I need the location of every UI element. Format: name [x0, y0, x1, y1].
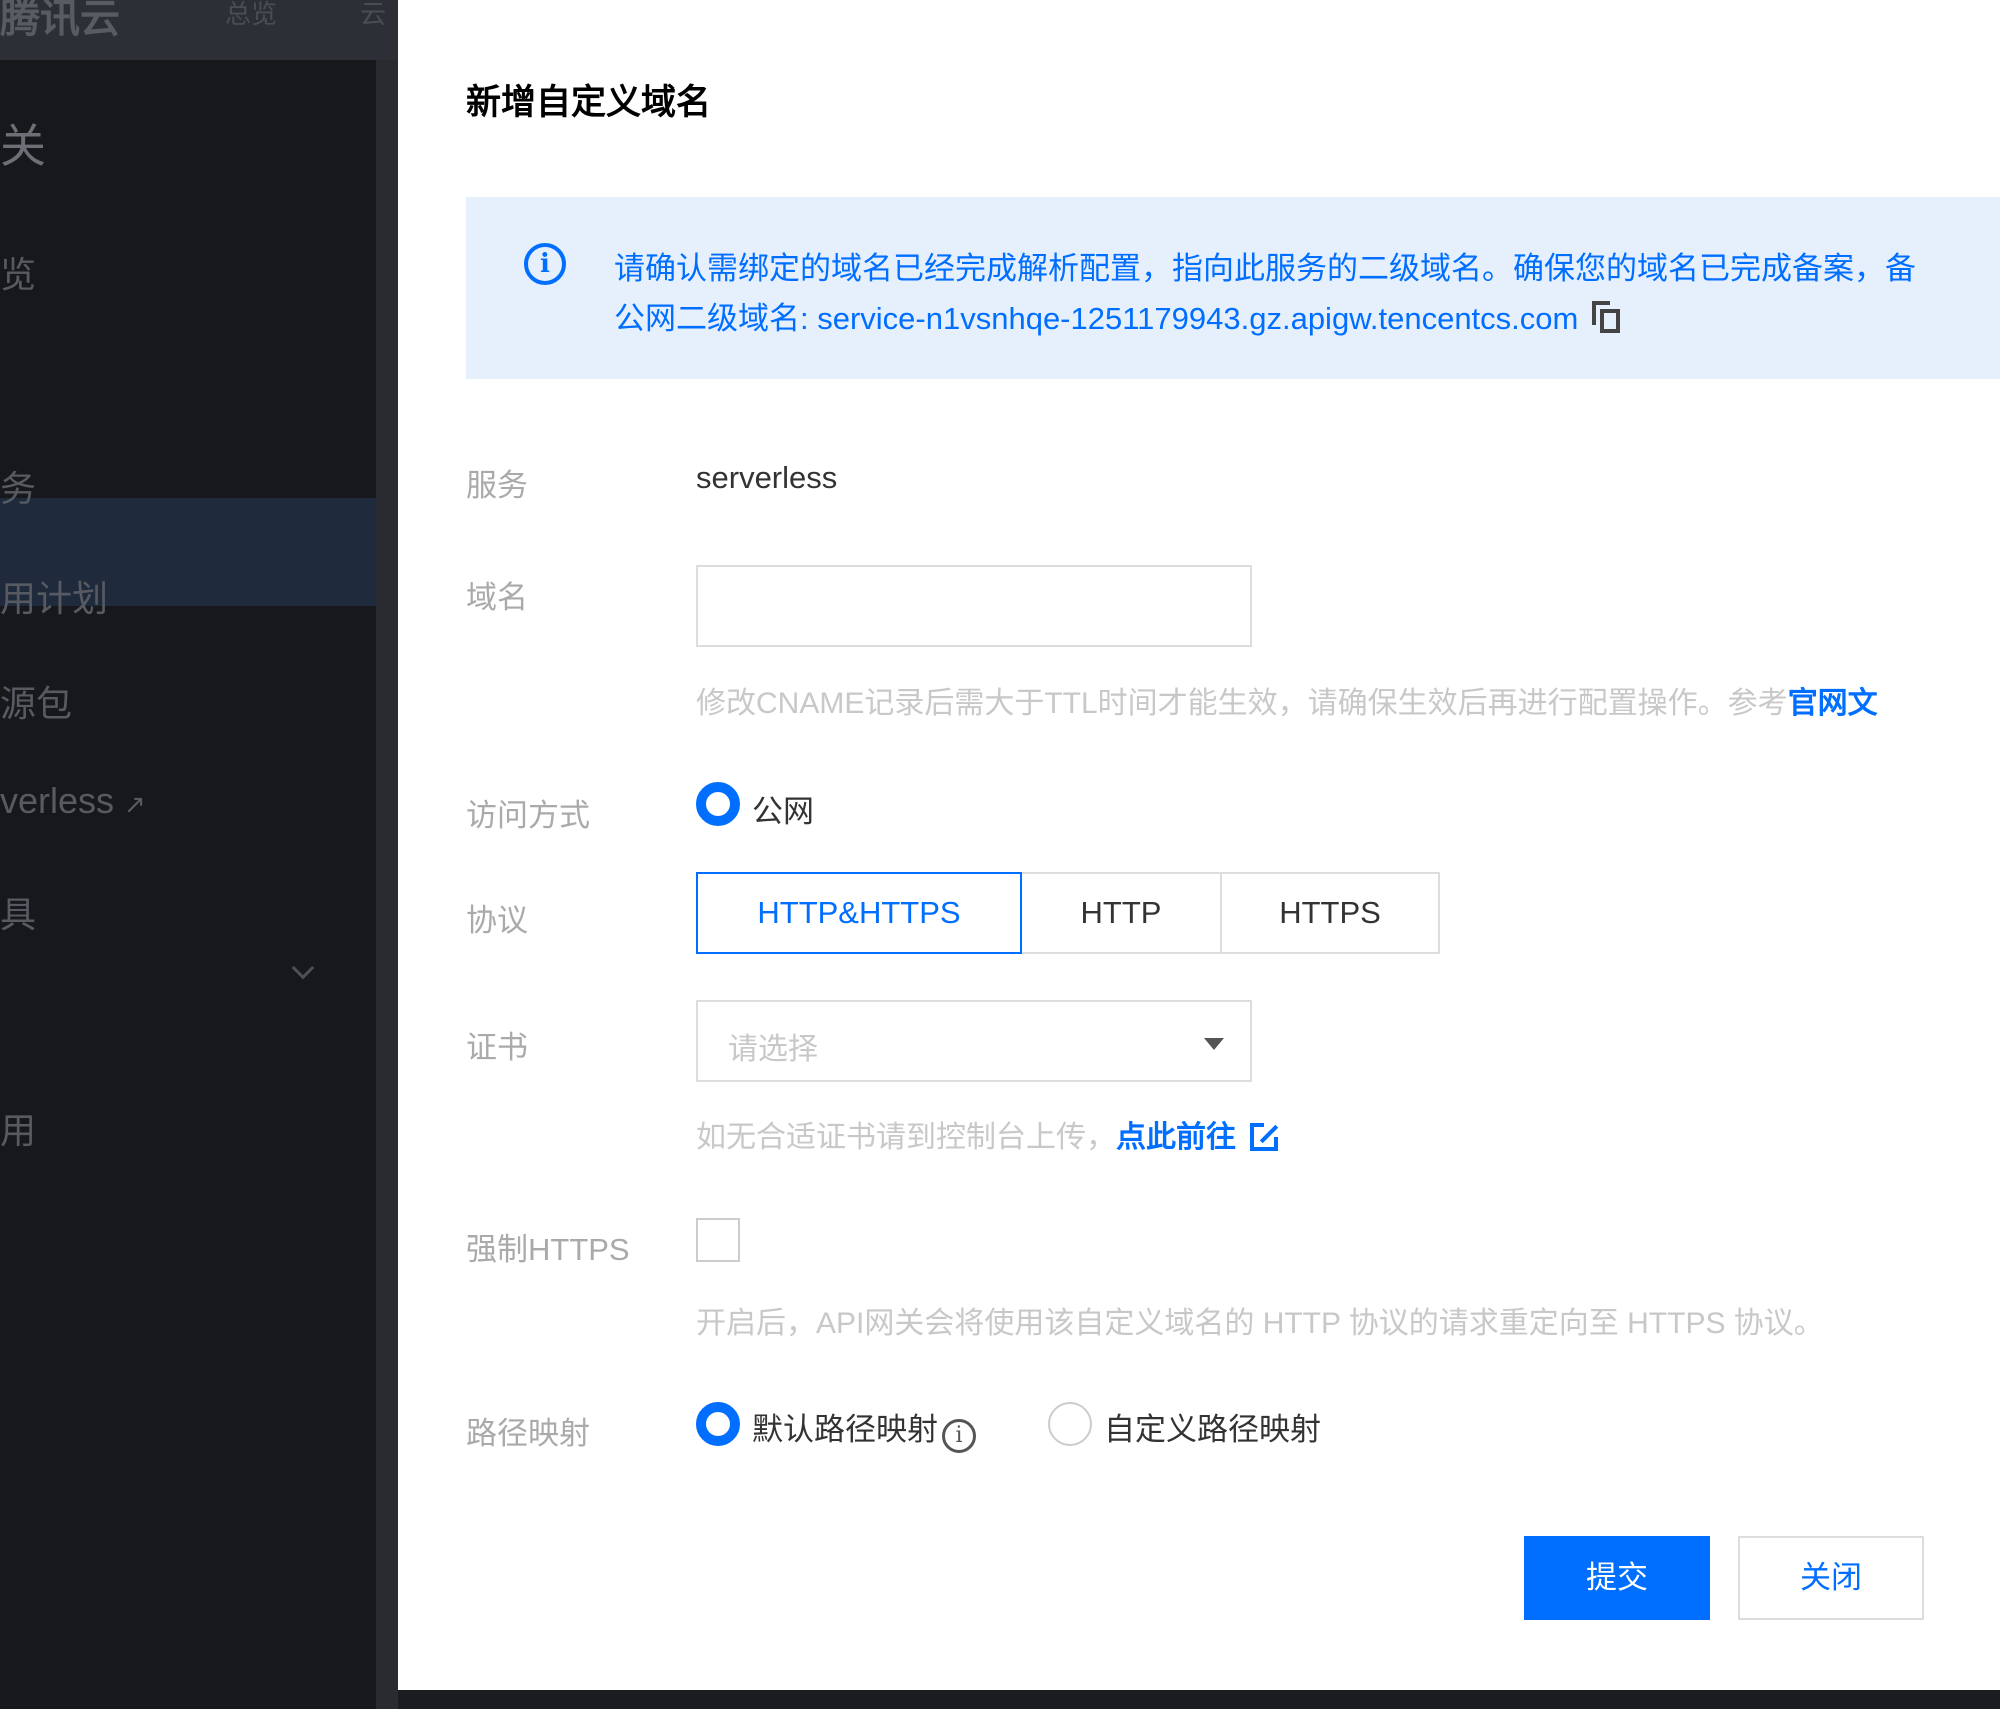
- protocol-label: 协议: [466, 903, 528, 938]
- official-docs-link[interactable]: 官网文: [1788, 687, 1878, 720]
- sidebar-item-serverless-label: verless: [0, 780, 115, 821]
- access-public-label[interactable]: 公网: [752, 786, 814, 831]
- default-path-mapping-option[interactable]: 默认路径映射 i: [752, 1404, 976, 1453]
- info-icon: i: [524, 243, 566, 285]
- info-icon[interactable]: i: [942, 1419, 976, 1453]
- path-mapping-label: 路径映射: [466, 1416, 590, 1451]
- protocol-http-option[interactable]: HTTP: [1020, 872, 1222, 954]
- alert-subdomain: 公网二级域名: service-n1vsnhqe-1251179943.gz.a…: [614, 293, 1622, 338]
- sidebar-item-usage-plan[interactable]: 用计划: [0, 570, 108, 622]
- alert-message: 请确认需绑定的域名已经完成解析配置，指向此服务的二级域名。确保您的域名已完成备案…: [614, 251, 1916, 286]
- sidebar-item-tools[interactable]: 具: [0, 886, 36, 938]
- add-custom-domain-dialog: 新增自定义域名 i 请确认需绑定的域名已经完成解析配置，指向此服务的二级域名。确…: [398, 0, 2000, 1690]
- sidebar-item-service[interactable]: 务: [0, 460, 36, 512]
- domain-hint: 修改CNAME记录后需大于TTL时间才能生效，请确保生效后再进行配置操作。参考官…: [696, 678, 1878, 722]
- sidebar-scrollbar[interactable]: [376, 60, 398, 1709]
- access-public-radio[interactable]: [696, 782, 740, 826]
- domain-label: 域名: [466, 580, 528, 615]
- certificate-select[interactable]: 请选择: [696, 1000, 1252, 1082]
- submit-button[interactable]: 提交: [1524, 1536, 1710, 1620]
- close-button[interactable]: 关闭: [1738, 1536, 1924, 1620]
- sidebar-section-title: 关: [0, 120, 46, 172]
- external-link-icon: ↗: [124, 789, 146, 819]
- console-sidebar: 关 览 务 用计划 源包 verless ↗ 具 用: [0, 60, 376, 1709]
- sidebar-item-apps[interactable]: 用: [0, 1102, 36, 1154]
- info-alert: i 请确认需绑定的域名已经完成解析配置，指向此服务的二级域名。确保您的域名已完成…: [466, 197, 2000, 379]
- access-method-label: 访问方式: [466, 798, 590, 833]
- force-https-checkbox[interactable]: [696, 1218, 740, 1262]
- custom-path-mapping-label[interactable]: 自定义路径映射: [1104, 1404, 1321, 1449]
- sidebar-item-package[interactable]: 源包: [0, 675, 72, 727]
- protocol-https-option[interactable]: HTTPS: [1220, 872, 1440, 954]
- certificate-label: 证书: [466, 1030, 528, 1065]
- topbar-nav-overview[interactable]: 总览: [225, 0, 277, 31]
- default-path-mapping-label: 默认路径映射: [752, 1412, 938, 1447]
- alert-subdomain-text: 公网二级域名: service-n1vsnhqe-1251179943.gz.a…: [614, 301, 1579, 336]
- default-path-mapping-radio[interactable]: [696, 1402, 740, 1446]
- protocol-http-https-option[interactable]: HTTP&HTTPS: [696, 872, 1022, 954]
- caret-down-icon: [1204, 1038, 1224, 1050]
- force-https-hint: 开启后，API网关会将使用该自定义域名的 HTTP 协议的请求重定向至 HTTP…: [696, 1307, 1824, 1340]
- external-link-icon[interactable]: [1250, 1123, 1278, 1151]
- domain-hint-text: 修改CNAME记录后需大于TTL时间才能生效，请确保生效后再进行配置操作。参考: [696, 687, 1788, 720]
- certificate-placeholder: 请选择: [728, 1033, 818, 1066]
- sidebar-item-overview[interactable]: 览: [0, 246, 36, 298]
- certificate-hint: 如无合适证书请到控制台上传，点此前往: [696, 1112, 1278, 1156]
- custom-path-mapping-radio[interactable]: [1048, 1402, 1092, 1446]
- force-https-label: 强制HTTPS: [466, 1232, 630, 1267]
- sidebar-item-serverless[interactable]: verless ↗: [0, 780, 146, 822]
- certificate-hint-text: 如无合适证书请到控制台上传，: [696, 1121, 1116, 1154]
- domain-input[interactable]: [696, 565, 1252, 647]
- copy-icon[interactable]: [1592, 301, 1622, 333]
- topbar-nav-cloud[interactable]: 云: [360, 0, 386, 31]
- brand-logo: 腾讯云: [0, 0, 120, 41]
- service-value: serverless: [696, 460, 838, 495]
- dialog-title: 新增自定义域名: [466, 83, 712, 122]
- chevron-down-icon: [291, 956, 315, 980]
- service-label: 服务: [466, 468, 528, 503]
- go-to-console-link[interactable]: 点此前往: [1116, 1121, 1236, 1154]
